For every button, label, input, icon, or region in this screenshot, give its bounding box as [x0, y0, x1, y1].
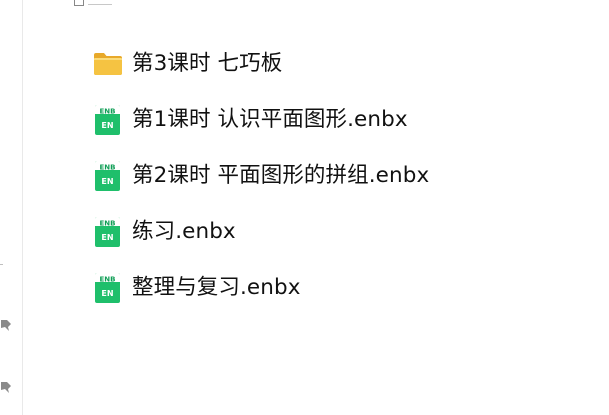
- rail-divider: [0, 264, 3, 265]
- pin-icon[interactable]: [0, 380, 14, 394]
- navigation-pane: [0, 0, 23, 415]
- pin-icon[interactable]: [0, 318, 14, 332]
- file-row[interactable]: ENB EN 第2课时 平面图形的拼组.enbx: [93, 148, 593, 204]
- file-row[interactable]: ENB EN 第1课时 认识平面图形.enbx: [93, 92, 593, 148]
- enbx-badge-bottom: EN: [101, 177, 113, 186]
- enbx-file-icon: ENB EN: [93, 161, 123, 191]
- file-name[interactable]: 第1课时 认识平面图形.enbx: [132, 109, 408, 131]
- enbx-badge-bottom: EN: [101, 289, 113, 298]
- enbx-file-icon: ENB EN: [93, 217, 123, 247]
- enbx-badge-bottom: EN: [101, 233, 113, 242]
- file-row[interactable]: ENB EN 整理与复习.enbx: [93, 260, 593, 316]
- enbx-file-icon: ENB EN: [93, 105, 123, 135]
- cut-off-parent-row: [74, 0, 112, 6]
- enbx-badge-top: ENB: [100, 108, 116, 116]
- enbx-badge-top: ENB: [100, 276, 116, 284]
- file-name[interactable]: 练习.enbx: [132, 221, 236, 243]
- file-name[interactable]: 第3课时 七巧板: [132, 53, 282, 75]
- file-row[interactable]: ENB EN 练习.enbx: [93, 204, 593, 260]
- enbx-badge-top: ENB: [100, 220, 116, 228]
- folder-row[interactable]: 第3课时 七巧板: [93, 36, 593, 92]
- enbx-file-icon: ENB EN: [93, 273, 123, 303]
- file-name[interactable]: 整理与复习.enbx: [132, 277, 301, 299]
- parent-folder-icon: [74, 0, 84, 6]
- file-name[interactable]: 第2课时 平面图形的拼组.enbx: [132, 165, 429, 187]
- parent-folder-label-fragment: [88, 4, 112, 5]
- folder-icon: [94, 53, 122, 75]
- enbx-badge-top: ENB: [100, 164, 116, 172]
- enbx-badge-bottom: EN: [101, 121, 113, 130]
- file-list: 第3课时 七巧板 ENB EN 第1课时 认识平面图形.enbx ENB EN …: [93, 36, 593, 316]
- file-explorer-window: 第3课时 七巧板 ENB EN 第1课时 认识平面图形.enbx ENB EN …: [0, 0, 609, 415]
